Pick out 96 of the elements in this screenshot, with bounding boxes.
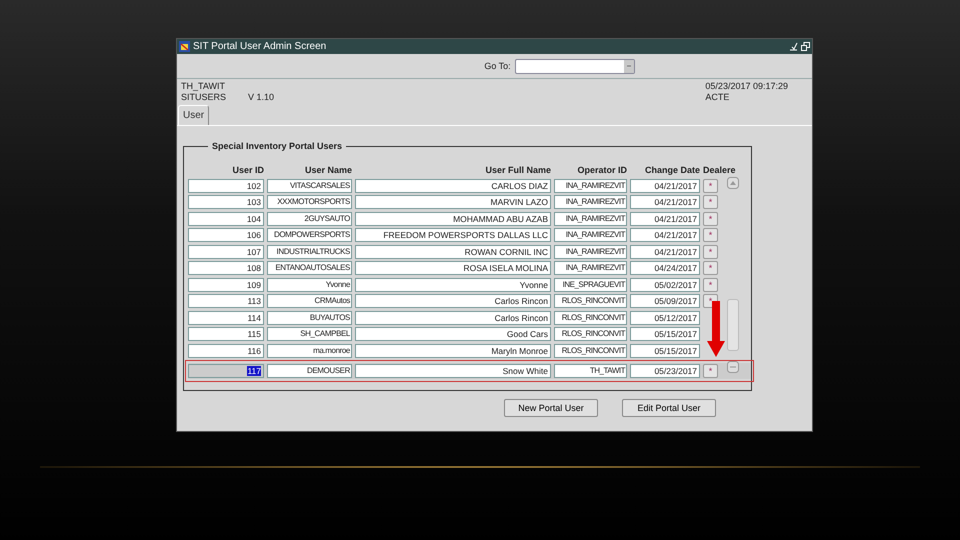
table-cell: ROWAN CORNIL INC [355, 244, 551, 258]
column-header: User Name [304, 165, 352, 175]
column-header: User ID [231, 165, 264, 175]
table-cell: Maryln Monroe [355, 344, 551, 358]
table-cell: Good Cars [355, 327, 551, 341]
table-cell: 2GUYSAUTO [267, 212, 352, 226]
table-cell: 04/21/2017 [630, 195, 700, 209]
table-cell: MOHAMMAD ABU AZAB [355, 212, 551, 226]
dealer-button[interactable]: * [703, 212, 718, 226]
table-cell: XXXMOTORSPORTS [267, 195, 352, 209]
table-cell: ROSA ISELA MOLINA [355, 261, 551, 275]
table-cell: VITASCARSALES [267, 178, 352, 192]
column-header: User Full Name [484, 165, 551, 175]
column-header: Dealere [703, 165, 737, 175]
table-cell: 04/21/2017 [630, 178, 700, 192]
go-to-label: Go To: [484, 61, 511, 71]
table-cell: ma.monroe [267, 344, 352, 358]
table-cell: INA_RAMIREZVIT [554, 212, 627, 226]
table-cell: 05/12/2017 [630, 310, 700, 324]
table-cell: Carlos Rincon [355, 310, 551, 324]
app-icon [179, 41, 190, 52]
operator-label: TH_TAWIT [181, 81, 226, 92]
scroll-down-icon[interactable] [727, 361, 739, 373]
arrow-icon [707, 301, 725, 357]
window-title: SIT Portal User Admin Screen [193, 41, 328, 52]
table-cell: 114 [188, 310, 264, 324]
go-to-dropdown[interactable] [514, 58, 635, 74]
table-cell: 05/09/2017 [630, 294, 700, 308]
table-cell: DEMOUSER [267, 364, 352, 378]
date-time-label: 05/23/2017 09:17:29 [705, 81, 788, 92]
table-cell: INA_RAMIREZVIT [554, 244, 627, 258]
table-cell: 04/21/2017 [630, 212, 700, 226]
minimize-icon[interactable] [789, 42, 798, 51]
dealer-button[interactable]: * [703, 195, 718, 209]
scroll-thumb[interactable] [727, 299, 739, 351]
table-cell: 04/21/2017 [630, 244, 700, 258]
group-title: Special Inventory Portal Users [208, 141, 346, 151]
dealer-button[interactable]: * [703, 278, 718, 292]
table-cell: RLOS_RINCONVIT [554, 294, 627, 308]
table-cell: RLOS_RINCONVIT [554, 327, 627, 341]
table-cell: INE_SPRAGUEVIT [554, 278, 627, 292]
table-cell: RLOS_RINCONVIT [554, 310, 627, 324]
table-cell: Yvonne [267, 278, 352, 292]
table-cell: 115 [188, 327, 264, 341]
column-header: Operator ID [576, 165, 627, 175]
dealer-button[interactable]: * [703, 261, 718, 275]
table-cell: FREEDOM POWERSPORTS DALLAS LLC [355, 228, 551, 242]
table-cell: 05/15/2017 [630, 327, 700, 341]
version-label: V 1.10 [248, 92, 274, 103]
selected-row[interactable]: 117 DEMOUSER Snow White TH_TAWIT 05/23/2017 * [188, 363, 751, 379]
table-cell: RLOS_RINCONVIT [554, 344, 627, 358]
table-cell: 109 [188, 278, 264, 292]
module-label: SITUSERS [181, 92, 226, 103]
table-cell: 107 [188, 244, 264, 258]
table-cell: INDUSTRIALTRUCKS [267, 244, 352, 258]
table-cell: 04/21/2017 [630, 228, 700, 242]
tab[interactable]: User [178, 105, 210, 125]
table-cell: Carlos Rincon [355, 294, 551, 308]
table-cell: INA_RAMIREZVIT [554, 261, 627, 275]
table-cell: TH_TAWIT [554, 364, 627, 378]
status-label: ACTE [705, 92, 730, 103]
action-button[interactable]: Edit Portal User [622, 399, 716, 417]
table-cell: CARLOS DIAZ [355, 178, 551, 192]
dealer-button[interactable]: * [703, 228, 718, 242]
table-cell: INA_RAMIREZVIT [554, 228, 627, 242]
table-cell: INA_RAMIREZVIT [554, 195, 627, 209]
table-cell: 108 [188, 261, 264, 275]
table-cell: 116 [188, 344, 264, 358]
table-cell: Yvonne [355, 278, 551, 292]
table-cell: 05/23/2017 [630, 364, 700, 378]
table-cell: 04/24/2017 [630, 261, 700, 275]
table-cell: 05/15/2017 [630, 344, 700, 358]
action-button[interactable]: New Portal User [504, 399, 598, 417]
table-cell: 05/02/2017 [630, 278, 700, 292]
table-cell: DOMPOWERSPORTS [267, 228, 352, 242]
scroll-up-icon[interactable] [727, 177, 739, 189]
table-cell: Snow White [355, 364, 551, 378]
table-cell: 106 [188, 228, 264, 242]
table-cell: MARVIN LAZO [355, 195, 551, 209]
scroll-bar[interactable] [727, 177, 739, 373]
dealer-button[interactable]: * [703, 178, 718, 192]
table-cell: SH_CAMPBEL [267, 327, 352, 341]
table-cell: 117 [188, 364, 264, 378]
table-cell: INA_RAMIREZVIT [554, 178, 627, 192]
table-cell: 102 [188, 178, 264, 192]
table-cell: BUYAUTOS [267, 310, 352, 324]
caret-icon [624, 60, 634, 72]
dealer-button[interactable]: * [703, 364, 718, 378]
dealer-button[interactable]: * [703, 244, 718, 258]
restore-icon[interactable] [801, 42, 810, 51]
column-header: Change Date [644, 165, 700, 175]
table-cell: ENTANOAUTOSALES [267, 261, 352, 275]
table-cell: 103 [188, 195, 264, 209]
table-cell: 104 [188, 212, 264, 226]
table-cell: 113 [188, 294, 264, 308]
table-cell: CRMAutos [267, 294, 352, 308]
